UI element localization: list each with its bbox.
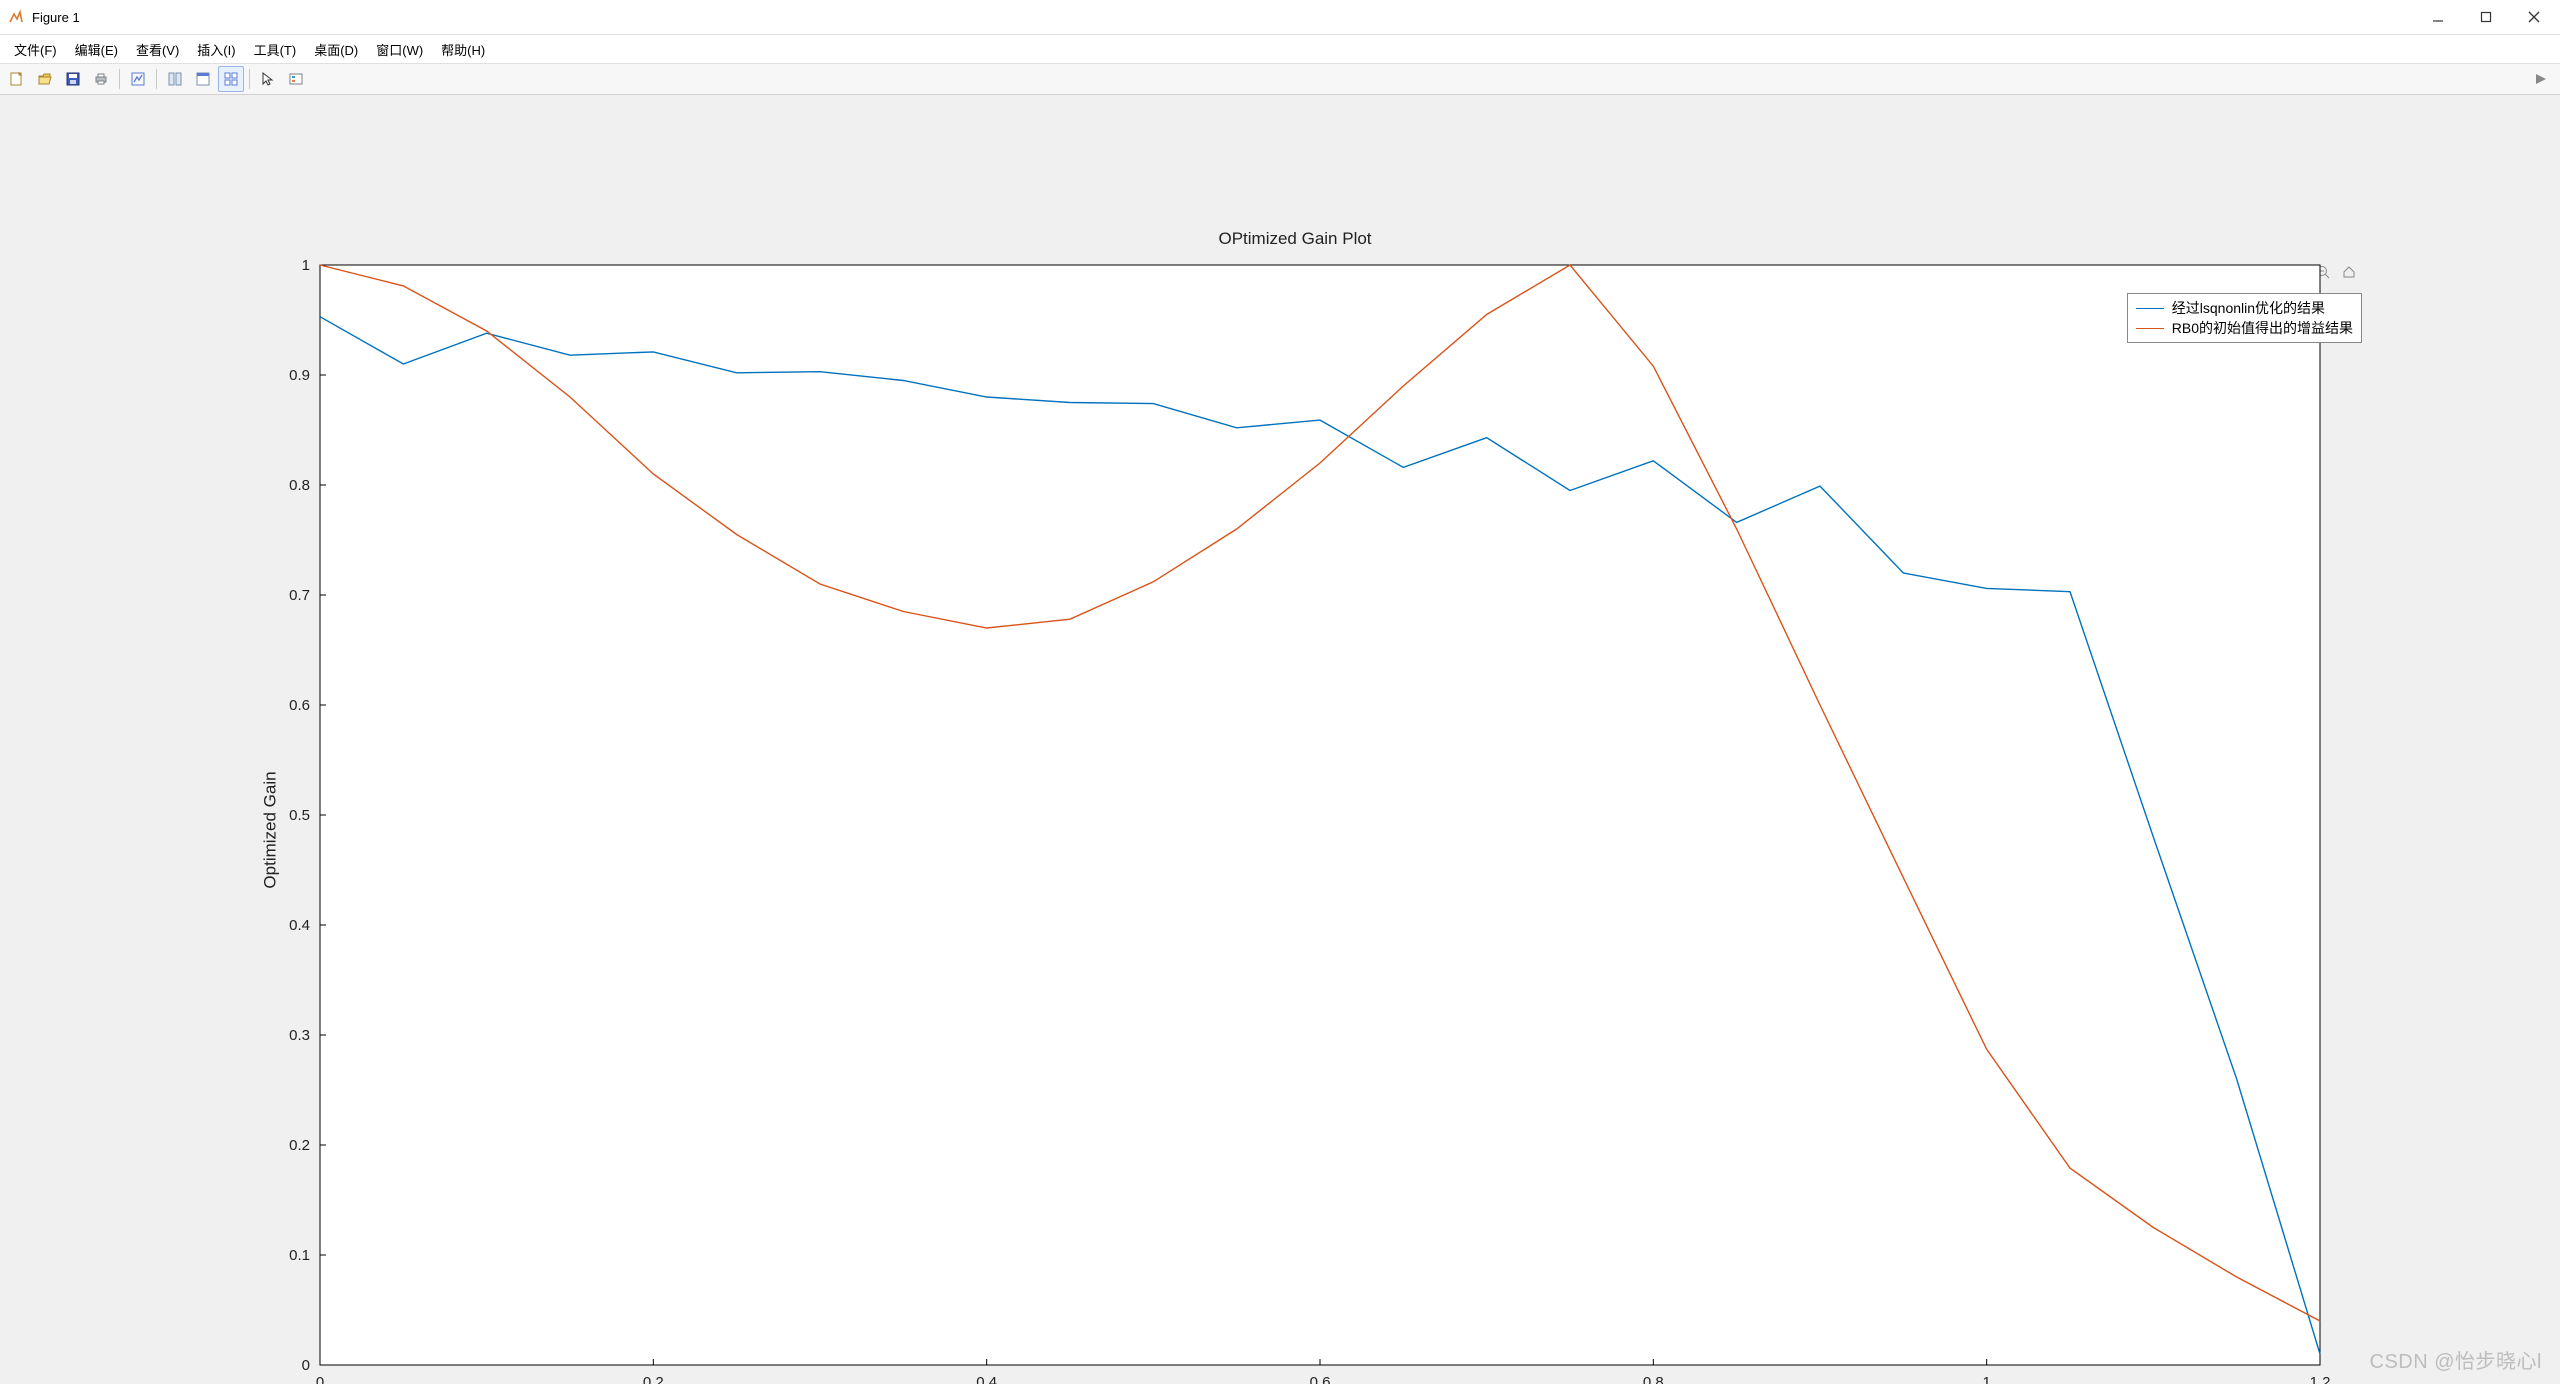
- svg-text:0.8: 0.8: [1643, 1374, 1664, 1384]
- svg-text:0: 0: [302, 1357, 310, 1374]
- svg-text:0: 0: [316, 1374, 324, 1384]
- maximize-button[interactable]: [2476, 7, 2496, 27]
- edit-plot-cursor-button[interactable]: [255, 66, 281, 92]
- menu-view[interactable]: 查看(V): [128, 38, 187, 61]
- svg-text:1: 1: [302, 257, 310, 274]
- print-button[interactable]: [88, 66, 114, 92]
- axes[interactable]: OPtimized Gain Plot Optimized Gain Angul…: [260, 255, 2330, 1384]
- link-plot-button[interactable]: [125, 66, 151, 92]
- insert-legend-button[interactable]: [283, 66, 309, 92]
- menu-edit[interactable]: 编辑(E): [67, 38, 126, 61]
- dock-button[interactable]: [190, 66, 216, 92]
- svg-text:0.8: 0.8: [289, 477, 310, 494]
- figure-window: Figure 1 文件(F) 编辑(E) 查看(V) 插入(I) 工具(T) 桌…: [0, 0, 2560, 1384]
- figure-canvas: OPtimized Gain Plot Optimized Gain Angul…: [0, 95, 2560, 1384]
- svg-text:1: 1: [1982, 1374, 1990, 1384]
- legend-swatch-2: [2136, 328, 2164, 329]
- svg-text:0.1: 0.1: [289, 1247, 310, 1264]
- svg-text:0.2: 0.2: [289, 1137, 310, 1154]
- watermark-text: CSDN @怡步晓心l: [2370, 1345, 2542, 1374]
- menu-help[interactable]: 帮助(H): [433, 38, 493, 61]
- svg-text:0.6: 0.6: [1310, 1374, 1331, 1384]
- svg-text:0.6: 0.6: [289, 697, 310, 714]
- menu-bar: 文件(F) 编辑(E) 查看(V) 插入(I) 工具(T) 桌面(D) 窗口(W…: [0, 35, 2560, 64]
- matlab-figure-icon: [8, 9, 24, 25]
- legend-entry-1[interactable]: 经过lsqnonlin优化的结果: [2136, 298, 2353, 318]
- plot-svg: 0 0.2 0.4 0.6 0.8 1 1.2 0 0.1 0.2 0.3 0.4 0.5 0.6 0.7 0…: [260, 255, 2330, 1384]
- home-icon[interactable]: [2338, 261, 2360, 283]
- y-axis-label: Optimized Gain: [261, 771, 281, 888]
- svg-text:0.2: 0.2: [643, 1374, 664, 1384]
- close-button[interactable]: [2524, 7, 2544, 27]
- inspector-button[interactable]: [162, 66, 188, 92]
- new-figure-button[interactable]: [4, 66, 30, 92]
- legend-label-2: RB0的初始值得出的增益结果: [2172, 318, 2353, 338]
- menu-file[interactable]: 文件(F): [6, 38, 65, 61]
- menu-insert[interactable]: 插入(I): [189, 38, 243, 61]
- svg-text:0.7: 0.7: [289, 587, 310, 604]
- legend-entry-2[interactable]: RB0的初始值得出的增益结果: [2136, 318, 2353, 338]
- save-button[interactable]: [60, 66, 86, 92]
- title-bar: Figure 1: [0, 0, 2560, 35]
- figure-toolbar: [0, 64, 2560, 95]
- legend-label-1: 经过lsqnonlin优化的结果: [2172, 298, 2325, 318]
- window-title: Figure 1: [32, 10, 80, 25]
- menu-desktop[interactable]: 桌面(D): [306, 38, 366, 61]
- svg-text:1.2: 1.2: [2310, 1374, 2330, 1384]
- legend-swatch-1: [2136, 308, 2164, 309]
- legend[interactable]: 经过lsqnonlin优化的结果 RB0的初始值得出的增益结果: [2127, 293, 2362, 343]
- minimize-button[interactable]: [2428, 7, 2448, 27]
- menu-window[interactable]: 窗口(W): [368, 38, 431, 61]
- svg-text:0.9: 0.9: [289, 367, 310, 384]
- svg-text:0.4: 0.4: [289, 917, 310, 934]
- svg-text:0.4: 0.4: [976, 1374, 997, 1384]
- svg-text:0.3: 0.3: [289, 1027, 310, 1044]
- open-button[interactable]: [32, 66, 58, 92]
- menu-tools[interactable]: 工具(T): [246, 38, 305, 61]
- layout-grid-button[interactable]: [218, 66, 244, 92]
- svg-text:0.5: 0.5: [289, 807, 310, 824]
- chart-title: OPtimized Gain Plot: [1218, 229, 1371, 249]
- toolbar-overflow-icon[interactable]: [2532, 70, 2550, 88]
